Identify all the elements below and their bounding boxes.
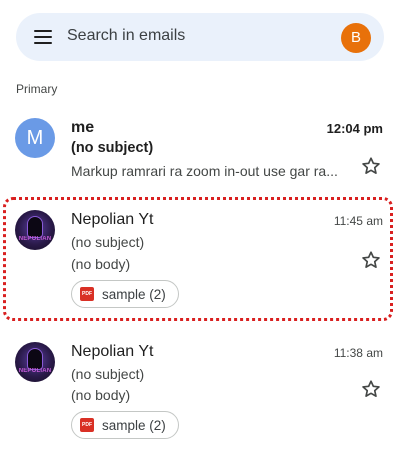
highlight-outline <box>3 197 393 321</box>
account-avatar[interactable]: B <box>341 23 371 53</box>
sender-avatar[interactable]: M <box>15 118 55 158</box>
sender-name: Nepolian Yt <box>71 343 154 360</box>
email-subject: (no subject) <box>71 140 154 156</box>
star-icon[interactable] <box>360 155 382 177</box>
sender-name: me <box>71 119 95 136</box>
search-bar[interactable]: Search in emails B <box>16 13 384 61</box>
email-time: 11:38 am <box>333 346 383 360</box>
attachment-label: sample (2) <box>102 417 166 433</box>
email-snippet: Markup ramrari ra zoom in-out use gar ra… <box>71 163 338 179</box>
section-label-primary: Primary <box>16 82 58 96</box>
attachment-chip[interactable]: PDF sample (2) <box>71 411 179 439</box>
email-time: 12:04 pm <box>326 121 383 136</box>
email-row[interactable]: NEPOLIAN Nepolian Yt 11:38 am (no subjec… <box>0 332 400 450</box>
email-snippet: (no body) <box>71 387 131 403</box>
pdf-icon: PDF <box>80 418 94 432</box>
hamburger-menu-icon[interactable] <box>34 30 52 44</box>
search-placeholder[interactable]: Search in emails <box>67 27 185 45</box>
star-icon[interactable] <box>360 378 382 400</box>
hooded-figure-avatar[interactable]: NEPOLIAN <box>15 342 55 382</box>
email-subject: (no subject) <box>71 366 145 382</box>
